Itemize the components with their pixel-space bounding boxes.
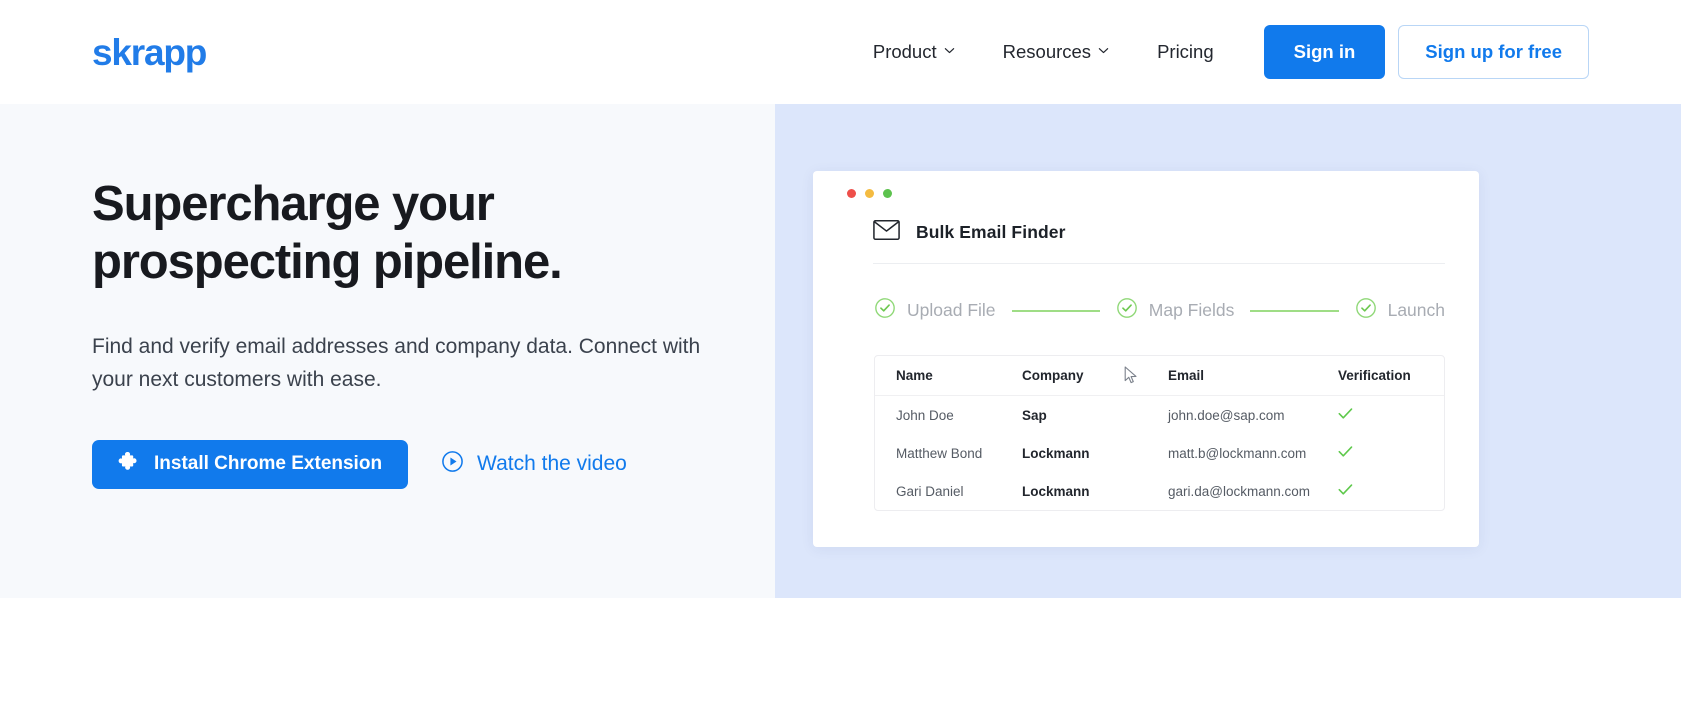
mockup-steps: Upload File Map Fields Launch (847, 297, 1445, 324)
minimize-dot-icon (865, 189, 874, 198)
cell-company: Sap (1022, 407, 1047, 423)
envelope-icon (873, 220, 900, 245)
step-connector-line (1250, 309, 1339, 312)
cell-email: matt.b@lockmann.com (1168, 445, 1307, 461)
cell-name: Gari Daniel (896, 483, 964, 499)
results-table: Name Company Email Verification John Doe… (874, 355, 1445, 511)
cell-company: Lockmann (1022, 445, 1090, 461)
table-row[interactable]: Matthew Bond Lockmann matt.b@lockmann.co… (875, 434, 1444, 472)
step-map-fields-label: Map Fields (1148, 300, 1235, 320)
sign-in-button[interactable]: Sign in (1263, 25, 1386, 79)
watch-video-label: Watch the video (477, 452, 627, 476)
nav-item-product-label: Product (872, 41, 937, 62)
watch-video-link[interactable]: Watch the video (441, 450, 627, 479)
check-circle-icon (1116, 297, 1138, 324)
column-header-email: Email (1168, 368, 1205, 383)
cell-name: John Doe (896, 407, 954, 423)
maximize-dot-icon (883, 189, 892, 198)
step-launch[interactable]: Launch (1355, 297, 1445, 324)
mouse-pointer-icon (1124, 366, 1139, 390)
check-icon (1338, 446, 1353, 461)
table-header-row: Name Company Email Verification (875, 356, 1444, 396)
step-upload-file[interactable]: Upload File (874, 297, 996, 324)
hero-cta-row: Install Chrome Extension Watch the video (92, 439, 775, 489)
cell-company: Lockmann (1022, 483, 1090, 499)
nav-item-pricing-label: Pricing (1157, 41, 1214, 62)
hero-left-panel: Supercharge your prospecting pipeline. F… (0, 104, 775, 598)
hero-right-panel: Bulk Email Finder Upload File Map Fields… (775, 104, 1681, 598)
main-navigation: Product Resources Pricing Sign in Sign u… (849, 25, 1589, 79)
cell-verification (1338, 407, 1444, 423)
column-header-company: Company (1022, 368, 1084, 383)
nav-item-pricing[interactable]: Pricing (1133, 31, 1238, 73)
page-title: Supercharge your prospecting pipeline. (92, 177, 563, 289)
product-mockup-card: Bulk Email Finder Upload File Map Fields… (813, 171, 1479, 547)
table-row[interactable]: John Doe Sap john.doe@sap.com (875, 396, 1444, 434)
hero-section: Supercharge your prospecting pipeline. F… (0, 104, 1681, 598)
close-dot-icon (847, 189, 856, 198)
brand-logo[interactable]: skrapp (92, 34, 207, 71)
play-circle-icon (441, 450, 464, 479)
chevron-down-icon (1098, 45, 1109, 56)
install-chrome-extension-button[interactable]: Install Chrome Extension (92, 439, 409, 489)
step-map-fields[interactable]: Map Fields (1116, 297, 1235, 324)
cell-email: john.doe@sap.com (1168, 407, 1285, 423)
check-icon (1338, 484, 1353, 499)
site-header: skrapp Product Resources Pricing Sign in… (0, 0, 1681, 104)
cell-verification (1338, 445, 1444, 461)
cell-name: Matthew Bond (896, 445, 983, 461)
page-body-below-hero (0, 598, 1681, 703)
check-circle-icon (1355, 297, 1377, 324)
window-traffic-lights (847, 189, 1445, 198)
nav-item-resources-label: Resources (1002, 41, 1092, 62)
cell-email: gari.da@lockmann.com (1168, 483, 1311, 499)
step-upload-file-label: Upload File (907, 300, 996, 320)
mockup-header: Bulk Email Finder (847, 220, 1445, 245)
puzzle-piece-icon (118, 450, 140, 478)
mockup-title: Bulk Email Finder (916, 222, 1066, 242)
hero-subtitle: Find and verify email addresses and comp… (92, 334, 701, 391)
column-header-verification: Verification (1338, 368, 1411, 383)
check-circle-icon (874, 297, 896, 324)
step-launch-label: Launch (1387, 300, 1446, 320)
cell-verification (1338, 483, 1444, 499)
step-connector-line (1011, 309, 1100, 312)
check-icon (1338, 408, 1353, 423)
sign-up-button[interactable]: Sign up for free (1398, 25, 1589, 79)
column-header-name: Name (896, 368, 933, 383)
chevron-down-icon (944, 45, 955, 56)
mockup-divider (873, 263, 1445, 264)
table-row[interactable]: Gari Daniel Lockmann gari.da@lockmann.co… (875, 472, 1444, 510)
install-chrome-extension-label: Install Chrome Extension (154, 453, 383, 475)
nav-item-product[interactable]: Product (849, 31, 979, 73)
nav-item-resources[interactable]: Resources (979, 31, 1133, 73)
